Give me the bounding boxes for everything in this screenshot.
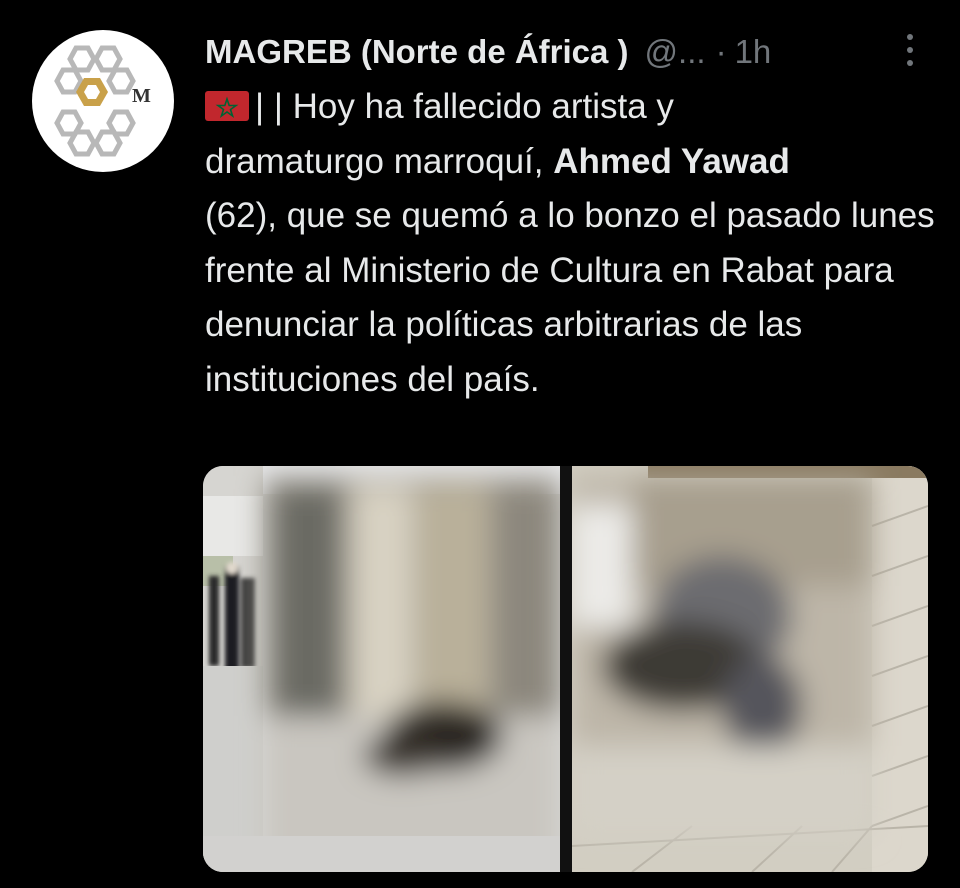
morocco-flag-icon (205, 91, 249, 121)
avatar-logo-icon: M (54, 45, 151, 157)
author-name[interactable]: MAGREB (Norte de África ) (205, 33, 629, 71)
tweet-text-rest: (62), que se quemó a lo bonzo el pasado … (205, 196, 935, 399)
mentioned-name: Ahmed Yawad (553, 141, 790, 181)
tweet-text-line-2: dramaturgo marroquí, (205, 141, 554, 181)
blurred-photo-1-icon (203, 466, 560, 872)
media-grid (203, 466, 928, 872)
avatar[interactable]: M (32, 30, 174, 172)
tweet-text-line-1: | | Hoy ha fallecido artista y (255, 87, 674, 126)
timestamp[interactable]: 1h (735, 33, 772, 71)
blurred-photo-2-icon (572, 466, 928, 872)
tweet-header: MAGREB (Norte de África ) @... · 1h (205, 28, 945, 76)
tweet-text: | | Hoy ha fallecido artista y dramaturg… (205, 80, 935, 407)
tweet[interactable]: M MAGREB (Norte de África ) @... · 1h | … (0, 0, 960, 888)
separator-dot: · (715, 33, 727, 70)
media-photo-2[interactable] (572, 466, 928, 872)
svg-text:M: M (132, 85, 151, 107)
author-handle[interactable]: @... (645, 33, 706, 71)
media-photo-1[interactable] (203, 466, 560, 872)
more-vertical-icon[interactable] (901, 30, 919, 70)
